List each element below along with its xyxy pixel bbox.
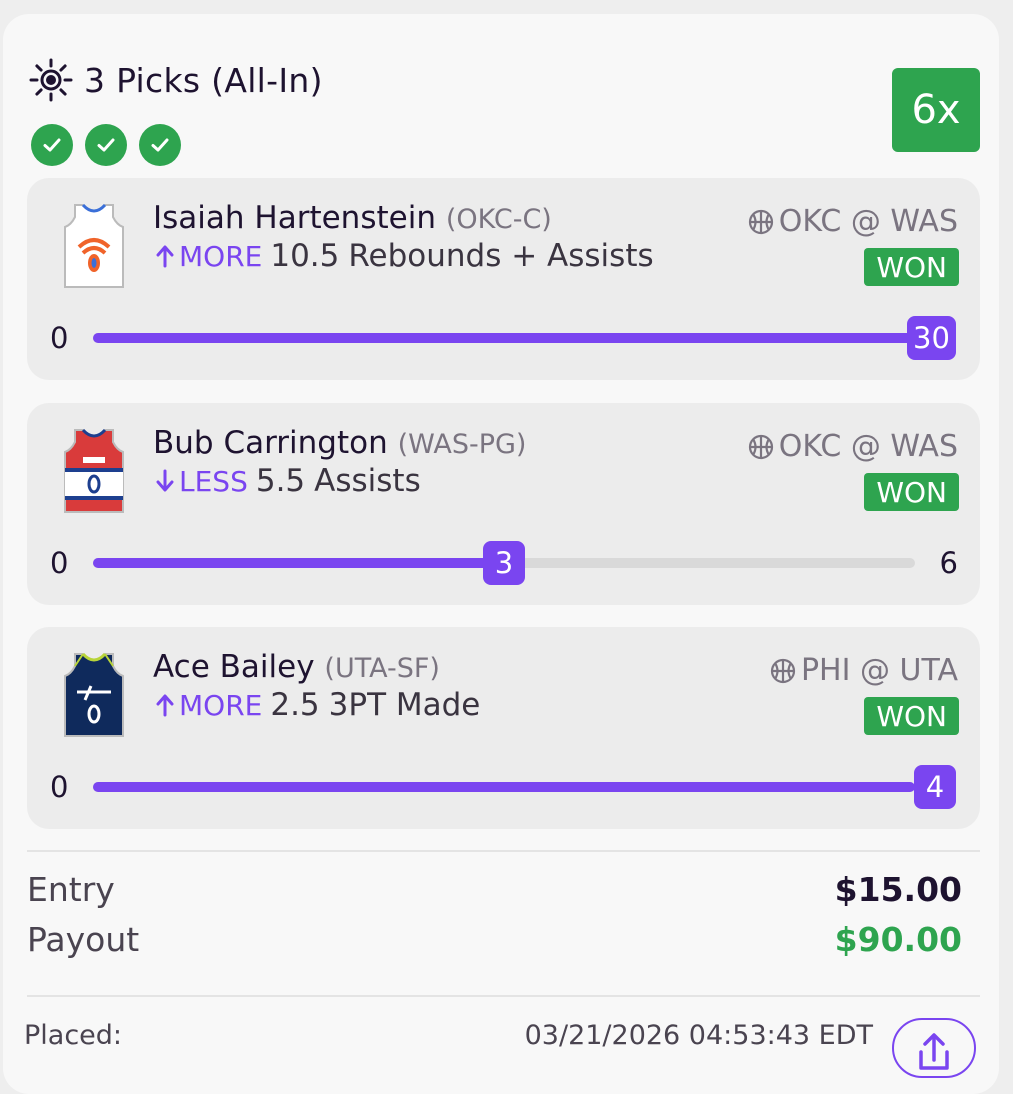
basketball-icon — [748, 434, 773, 459]
placed-label: Placed: — [24, 1020, 123, 1051]
basketball-icon — [748, 209, 773, 234]
arrow-up-icon — [156, 245, 174, 268]
status-badge: WON — [864, 697, 959, 735]
pick-direction: MORE — [155, 240, 262, 273]
entry-amount: $15.00 — [834, 870, 962, 909]
matchup-text: OKC @ WAS — [778, 429, 958, 464]
range-min-label: 0 — [50, 321, 69, 355]
entry-title: 3 Picks (All-In) — [84, 60, 323, 100]
matchup: PHI @ UTA — [769, 653, 958, 688]
prop-line-value: 2.5 — [270, 687, 320, 723]
arrow-up-icon — [156, 694, 174, 717]
matchup: OKC @ WAS — [747, 204, 958, 239]
range-max-label: 6 — [939, 546, 958, 580]
progress-fill — [93, 333, 915, 343]
player-line: Ace Bailey (UTA-SF) — [153, 649, 440, 685]
player-line: Bub Carrington (WAS-PG) — [153, 425, 526, 461]
player-line: Isaiah Hartenstein (OKC-C) — [153, 200, 552, 236]
pick-won-check-icon — [31, 124, 73, 166]
player-name: Isaiah Hartenstein — [153, 200, 436, 236]
progress-fill — [93, 782, 915, 792]
prop-stat: Rebounds + Assists — [348, 238, 654, 274]
range-min-label: 0 — [50, 546, 69, 580]
player-team-position: (OKC-C) — [445, 204, 552, 235]
progress-track — [93, 782, 915, 792]
divider — [27, 850, 980, 852]
player-team-position: (UTA-SF) — [324, 653, 440, 684]
prop-line: MORE 10.5 Rebounds + Assists — [155, 238, 654, 274]
share-icon — [919, 1033, 949, 1070]
payout-amount: $90.00 — [834, 920, 962, 959]
range-min-label: 0 — [50, 770, 69, 804]
payout-label: Payout — [27, 920, 140, 959]
matchup-text: PHI @ UTA — [800, 653, 958, 688]
prop-line-value: 10.5 — [270, 238, 340, 274]
result-value-marker: 3 — [483, 541, 525, 585]
pick-direction: MORE — [155, 689, 262, 722]
entry-header: 3 Picks (All-In) — [28, 58, 323, 102]
status-badge: WON — [864, 248, 959, 286]
basketball-icon — [770, 658, 796, 683]
entry-card: 3 Picks (All-In) 6x Isaiah Hartenstein (… — [3, 14, 999, 1094]
prop-line-value: 5.5 — [255, 463, 306, 499]
share-button[interactable] — [892, 1018, 976, 1078]
direction-label: MORE — [179, 688, 263, 722]
pick-card[interactable]: Ace Bailey (UTA-SF) MORE 2.5 3PT Made PH… — [27, 627, 980, 829]
placed-timestamp: 03/21/2026 04:53:43 EDT — [524, 1020, 873, 1051]
pick-won-check-icon — [139, 124, 181, 166]
direction-label: LESS — [179, 464, 248, 498]
entry-label: Entry — [27, 870, 115, 909]
jersey-icon — [64, 652, 124, 737]
sun-icon — [29, 58, 73, 102]
pick-won-check-icon — [85, 124, 127, 166]
prop-line: MORE 2.5 3PT Made — [155, 687, 480, 723]
result-value-marker: 4 — [914, 765, 956, 809]
direction-label: MORE — [179, 239, 263, 273]
jersey-icon — [64, 203, 124, 288]
prop-line: LESS 5.5 Assists — [155, 463, 421, 499]
player-name: Ace Bailey — [153, 649, 315, 685]
progress-track — [93, 333, 915, 343]
player-team-position: (WAS-PG) — [397, 429, 527, 460]
payout-multiplier-badge: 6x — [892, 68, 980, 152]
pick-card[interactable]: Isaiah Hartenstein (OKC-C) MORE 10.5 Reb… — [27, 178, 980, 380]
matchup: OKC @ WAS — [747, 429, 958, 464]
prop-stat: Assists — [314, 463, 421, 499]
status-badge: WON — [864, 473, 959, 511]
divider — [27, 995, 980, 997]
pick-direction: LESS — [155, 465, 248, 498]
prop-stat: 3PT Made — [328, 687, 481, 723]
pick-card[interactable]: Bub Carrington (WAS-PG) LESS 5.5 Assists… — [27, 403, 980, 605]
jersey-icon — [64, 428, 124, 513]
player-name: Bub Carrington — [153, 425, 388, 461]
matchup-text: OKC @ WAS — [778, 204, 958, 239]
progress-fill — [93, 558, 504, 568]
pick-results-row — [31, 124, 181, 166]
arrow-down-icon — [156, 469, 174, 492]
result-value-marker: 30 — [907, 316, 956, 360]
